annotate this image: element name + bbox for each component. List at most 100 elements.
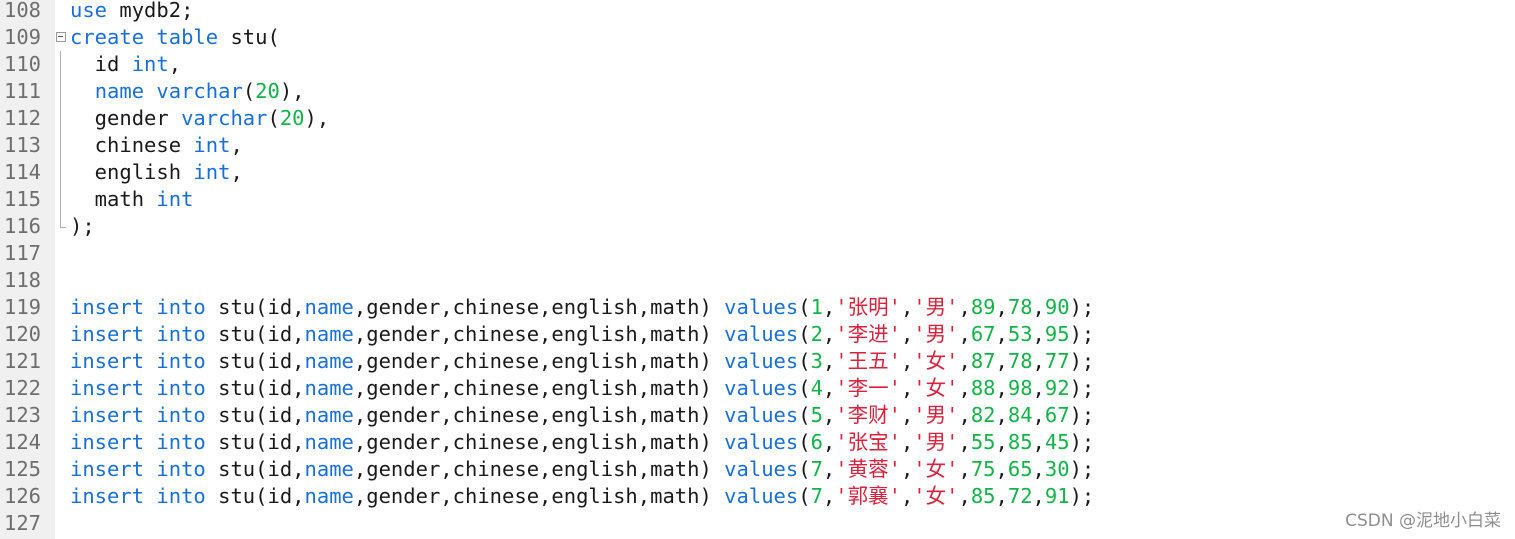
token-id: , — [958, 484, 971, 508]
token-id: ,gender,chinese,english,math) — [353, 376, 725, 400]
token-num: 89 — [970, 295, 996, 319]
code-line[interactable]: 123 insert into stu(id,name,gender,chines… — [0, 402, 1515, 429]
token-num: 55 — [970, 430, 996, 454]
token-id: , — [900, 484, 914, 508]
code-line[interactable]: 118 — [0, 267, 1515, 294]
token-id: , — [995, 295, 1008, 319]
code-line[interactable]: 125 insert into stu(id,name,gender,chines… — [0, 456, 1515, 483]
code-text: id int, — [70, 51, 181, 78]
code-line[interactable]: 109 create table stu( — [0, 24, 1515, 51]
token-id: , — [995, 484, 1008, 508]
token-id: mydb2; — [107, 0, 194, 22]
code-line[interactable]: 126 insert into stu(id,name,gender,chines… — [0, 483, 1515, 510]
line-number: 123 — [4, 403, 42, 427]
token-id: ,gender,chinese,english,math) — [353, 484, 725, 508]
token-id: , — [995, 349, 1008, 373]
token-kw: name — [304, 457, 354, 481]
token-id: stu(id, — [205, 430, 305, 454]
fold-guide-icon — [56, 213, 66, 240]
token-num: 20 — [279, 106, 305, 130]
token-id — [144, 484, 156, 508]
token-num: 7 — [810, 484, 823, 508]
code-line[interactable]: 112 gender varchar(20), — [0, 105, 1515, 132]
code-text: insert into stu(id,name,gender,chinese,e… — [70, 456, 1094, 483]
token-kw: varchar — [181, 106, 268, 130]
line-number: 118 — [4, 268, 42, 292]
code-line[interactable]: 110 id int, — [0, 51, 1515, 78]
token-id: , — [1032, 457, 1045, 481]
code-line[interactable]: 115 math int — [0, 186, 1515, 213]
token-id: stu(id, — [205, 295, 305, 319]
token-str: '张宝' — [835, 430, 901, 454]
token-id: ,gender,chinese,english,math) — [353, 403, 725, 427]
code-text: math int — [70, 186, 194, 213]
line-number: 110 — [4, 52, 42, 76]
token-id: chinese — [70, 133, 194, 157]
token-str: '黄蓉' — [835, 457, 901, 481]
line-number: 124 — [4, 430, 42, 454]
token-id: , — [958, 295, 971, 319]
code-line[interactable]: 121 insert into stu(id,name,gender,chines… — [0, 348, 1515, 375]
code-line[interactable]: 114 english int, — [0, 159, 1515, 186]
token-str: '张明' — [835, 295, 901, 319]
token-id: , — [1032, 349, 1045, 373]
code-editor[interactable]: 108 use mydb2; 109 create table stu(110 id … — [0, 0, 1515, 539]
token-id: ,gender,chinese,english,math) — [353, 430, 725, 454]
token-kw: use — [70, 0, 108, 22]
token-num: 90 — [1044, 295, 1070, 319]
token-id: stu(id, — [205, 403, 305, 427]
token-id: , — [958, 322, 971, 346]
token-id: , — [230, 133, 243, 157]
token-id: , — [958, 376, 971, 400]
token-kw: insert — [70, 322, 145, 346]
code-text: ); — [70, 213, 95, 240]
code-line[interactable]: 116); — [0, 213, 1515, 240]
token-kw: insert — [70, 403, 145, 427]
token-id: , — [230, 160, 243, 184]
token-id: , — [995, 322, 1008, 346]
code-line[interactable]: 119 insert into stu(id,name,gender,chines… — [0, 294, 1515, 321]
code-line[interactable]: 113 chinese int, — [0, 132, 1515, 159]
code-line[interactable]: 122 insert into stu(id,name,gender,chines… — [0, 375, 1515, 402]
fold-guide-icon — [56, 105, 66, 132]
token-kw: name — [304, 322, 354, 346]
line-number: 127 — [4, 511, 42, 535]
token-id: ,gender,chinese,english,math) — [353, 295, 725, 319]
token-id — [144, 376, 156, 400]
line-number: 114 — [4, 160, 42, 184]
fold-toggle-icon[interactable] — [56, 24, 66, 51]
token-id: , — [1032, 376, 1045, 400]
token-kw: name — [94, 79, 145, 103]
token-kw: into — [156, 430, 206, 454]
token-kw: name — [304, 484, 354, 508]
token-kw: into — [156, 376, 206, 400]
code-line[interactable]: 108 use mydb2; — [0, 0, 1515, 24]
line-number: 116 — [4, 214, 42, 238]
code-line[interactable]: 117 — [0, 240, 1515, 267]
token-num: 75 — [970, 457, 996, 481]
token-num: 78 — [1007, 349, 1033, 373]
token-id: ( — [798, 349, 811, 373]
code-text: insert into stu(id,name,gender,chinese,e… — [70, 348, 1094, 375]
token-kw: name — [304, 349, 354, 373]
token-num: 95 — [1044, 322, 1070, 346]
token-id: ), — [304, 106, 330, 130]
line-number: 117 — [4, 241, 42, 265]
code-line[interactable]: 111 name varchar(20), — [0, 78, 1515, 105]
token-kw: values — [724, 403, 799, 427]
token-id — [144, 430, 156, 454]
token-id: , — [995, 376, 1008, 400]
token-id: gender — [70, 106, 182, 130]
token-id: ( — [798, 484, 811, 508]
fold-guide-icon — [56, 186, 66, 213]
code-line[interactable]: 120 insert into stu(id,name,gender,chines… — [0, 321, 1515, 348]
code-line[interactable]: 124 insert into stu(id,name,gender,chines… — [0, 429, 1515, 456]
token-id — [144, 403, 156, 427]
token-id: ,gender,chinese,english,math) — [353, 457, 725, 481]
token-num: 53 — [1007, 322, 1033, 346]
token-id: ), — [279, 79, 305, 103]
token-num: 7 — [810, 457, 823, 481]
token-kw: values — [724, 430, 799, 454]
token-kw: create — [70, 25, 145, 49]
token-num: 88 — [970, 376, 996, 400]
